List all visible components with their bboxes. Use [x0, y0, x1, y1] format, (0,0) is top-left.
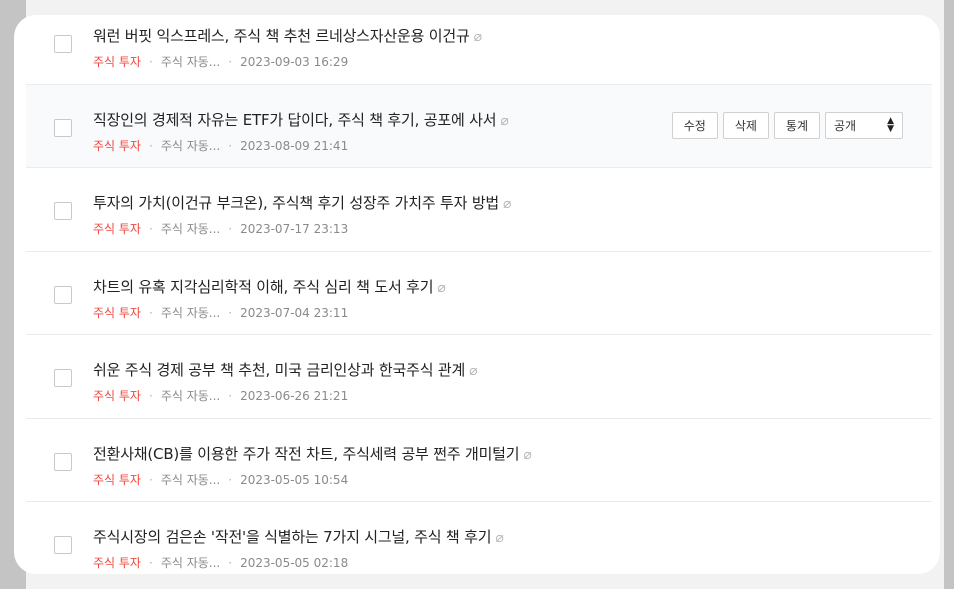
paperclip-icon: ⌀	[437, 279, 446, 296]
separator-dot: ·	[148, 138, 153, 153]
separator-dot: ·	[148, 222, 153, 236]
list-item[interactable]: 전환사채(CB)를 이용한 주가 작전 차트, 주식세력 공부 쩐주 개미털기 ⌀…	[26, 418, 932, 502]
updown-arrow-icon: ▲ ▼	[887, 116, 894, 134]
post-list: 워런 버핏 익스프레스, 주식 책 추천 르네상스자산운용 이건규 ⌀ 주식 투자…	[26, 15, 932, 574]
paperclip-icon: ⌀	[469, 363, 478, 379]
post-title-text[interactable]: 쉬운 주식 경제 공부 책 추천, 미국 금리인상과 한국주식 관계	[93, 361, 465, 379]
post-checkbox[interactable]	[54, 35, 72, 53]
post-title[interactable]: 전환사채(CB)를 이용한 주가 작전 차트, 주식세력 공부 쩐주 개미털기 ⌀	[93, 443, 532, 464]
list-item[interactable]: 투자의 가치(이건규 부크온), 주식책 후기 성장주 가치주 투자 방법 ⌀ 주…	[26, 168, 932, 252]
separator-dot: ·	[148, 389, 153, 403]
post-category[interactable]: 주식 투자	[93, 473, 141, 487]
post-title-text[interactable]: 주식시장의 검은손 '작전'을 식별하는 7가지 시그널, 주식 책 후기	[93, 528, 492, 546]
post-meta: 주식 투자 · 주식 자동... · 2023-07-04 23:11	[93, 304, 348, 321]
post-title-text[interactable]: 전환사채(CB)를 이용한 주가 작전 차트, 주식세력 공부 쩐주 개미털기	[93, 445, 520, 463]
list-item[interactable]: 워런 버핏 익스프레스, 주식 책 추천 르네상스자산운용 이건규 ⌀ 주식 투자…	[26, 15, 932, 85]
visibility-value: 공개	[834, 118, 857, 133]
paperclip-icon: ⌀	[495, 530, 504, 546]
post-category[interactable]: 주식 투자	[93, 139, 141, 153]
post-meta: 주식 투자 · 주식 자동... · 2023-05-05 02:18	[93, 554, 348, 571]
stats-button[interactable]: 통계	[773, 111, 820, 139]
post-checkbox[interactable]	[54, 285, 72, 304]
list-item[interactable]: 차트의 유혹 지각심리학적 이해, 주식 심리 책 도서 후기 ⌀ 주식 투자 · 주…	[26, 251, 932, 335]
paperclip-icon: ⌀	[473, 29, 482, 45]
paperclip-icon: ⌀	[500, 112, 509, 129]
post-subcategory[interactable]: 주식 자동...	[161, 139, 220, 153]
post-subcategory[interactable]: 주식 자동...	[161, 556, 220, 570]
post-meta: 주식 투자 · 주식 자동... · 2023-09-03 16:29	[93, 53, 348, 70]
separator-dot: ·	[148, 55, 153, 69]
post-meta: 주식 투자 · 주식 자동... · 2023-08-09 21:41	[93, 137, 348, 154]
post-title[interactable]: 차트의 유혹 지각심리학적 이해, 주식 심리 책 도서 후기 ⌀	[93, 276, 446, 297]
separator-dot: ·	[228, 389, 233, 403]
post-title-text[interactable]: 직장인의 경제적 자유는 ETF가 답이다, 주식 책 후기, 공포에 사서	[93, 111, 497, 129]
post-list-card: 워런 버핏 익스프레스, 주식 책 추천 르네상스자산운용 이건규 ⌀ 주식 투자…	[14, 15, 940, 574]
post-category[interactable]: 주식 투자	[93, 389, 141, 403]
separator-dot: ·	[148, 472, 153, 487]
post-subcategory[interactable]: 주식 자동...	[161, 222, 220, 236]
post-checkbox[interactable]	[54, 118, 72, 137]
post-title[interactable]: 직장인의 경제적 자유는 ETF가 답이다, 주식 책 후기, 공포에 사서 ⌀	[93, 109, 509, 130]
post-date: 2023-06-26 21:21	[240, 389, 349, 403]
paperclip-icon: ⌀	[523, 446, 532, 463]
post-meta: 주식 투자 · 주식 자동... · 2023-05-05 10:54	[93, 471, 348, 488]
post-checkbox[interactable]	[54, 452, 72, 471]
post-title[interactable]: 쉬운 주식 경제 공부 책 추천, 미국 금리인상과 한국주식 관계 ⌀	[93, 359, 478, 380]
post-title-text[interactable]: 워런 버핏 익스프레스, 주식 책 추천 르네상스자산운용 이건규	[93, 27, 470, 45]
separator-dot: ·	[228, 138, 233, 153]
post-category[interactable]: 주식 투자	[93, 306, 141, 320]
edit-button[interactable]: 수정	[671, 111, 718, 139]
post-category[interactable]: 주식 투자	[93, 55, 141, 69]
post-subcategory[interactable]: 주식 자동...	[161, 55, 220, 69]
post-title[interactable]: 투자의 가치(이건규 부크온), 주식책 후기 성장주 가치주 투자 방법 ⌀	[93, 192, 511, 213]
post-checkbox[interactable]	[54, 536, 72, 554]
delete-button[interactable]: 삭제	[722, 111, 769, 139]
post-actions: 수정 삭제 통계 공개 ▲ ▼	[671, 111, 903, 139]
post-checkbox[interactable]	[54, 369, 72, 387]
post-date: 2023-07-04 23:11	[240, 305, 349, 320]
post-category[interactable]: 주식 투자	[93, 556, 141, 570]
post-subcategory[interactable]: 주식 자동...	[161, 389, 220, 403]
separator-dot: ·	[228, 472, 233, 487]
post-meta: 주식 투자 · 주식 자동... · 2023-07-17 23:13	[93, 220, 348, 237]
paperclip-icon: ⌀	[503, 196, 512, 212]
post-title-text[interactable]: 차트의 유혹 지각심리학적 이해, 주식 심리 책 도서 후기	[93, 278, 434, 296]
post-date: 2023-05-05 02:18	[240, 556, 349, 570]
list-item[interactable]: 직장인의 경제적 자유는 ETF가 답이다, 주식 책 후기, 공포에 사서 ⌀ …	[26, 84, 932, 168]
separator-dot: ·	[228, 556, 233, 570]
post-checkbox[interactable]	[54, 202, 72, 220]
post-date: 2023-09-03 16:29	[240, 55, 349, 69]
post-title[interactable]: 주식시장의 검은손 '작전'을 식별하는 7가지 시그널, 주식 책 후기 ⌀	[93, 526, 504, 547]
post-title-text[interactable]: 투자의 가치(이건규 부크온), 주식책 후기 성장주 가치주 투자 방법	[93, 194, 499, 212]
post-subcategory[interactable]: 주식 자동...	[161, 306, 220, 320]
separator-dot: ·	[148, 305, 153, 320]
post-meta: 주식 투자 · 주식 자동... · 2023-06-26 21:21	[93, 387, 348, 404]
list-item[interactable]: 쉬운 주식 경제 공부 책 추천, 미국 금리인상과 한국주식 관계 ⌀ 주식 투…	[26, 335, 932, 419]
post-date: 2023-05-05 10:54	[240, 472, 349, 487]
post-date: 2023-08-09 21:41	[240, 138, 349, 153]
separator-dot: ·	[228, 55, 233, 69]
list-item[interactable]: 주식시장의 검은손 '작전'을 식별하는 7가지 시그널, 주식 책 후기 ⌀ 주…	[26, 502, 932, 574]
post-subcategory[interactable]: 주식 자동...	[161, 473, 220, 487]
separator-dot: ·	[228, 222, 233, 236]
post-category[interactable]: 주식 투자	[93, 222, 141, 236]
separator-dot: ·	[148, 556, 153, 570]
visibility-select[interactable]: 공개 ▲ ▼	[825, 111, 903, 139]
post-title[interactable]: 워런 버핏 익스프레스, 주식 책 추천 르네상스자산운용 이건규 ⌀	[93, 25, 482, 46]
post-date: 2023-07-17 23:13	[240, 222, 349, 236]
separator-dot: ·	[228, 305, 233, 320]
page-frame: 워런 버핏 익스프레스, 주식 책 추천 르네상스자산운용 이건규 ⌀ 주식 투자…	[0, 0, 954, 589]
